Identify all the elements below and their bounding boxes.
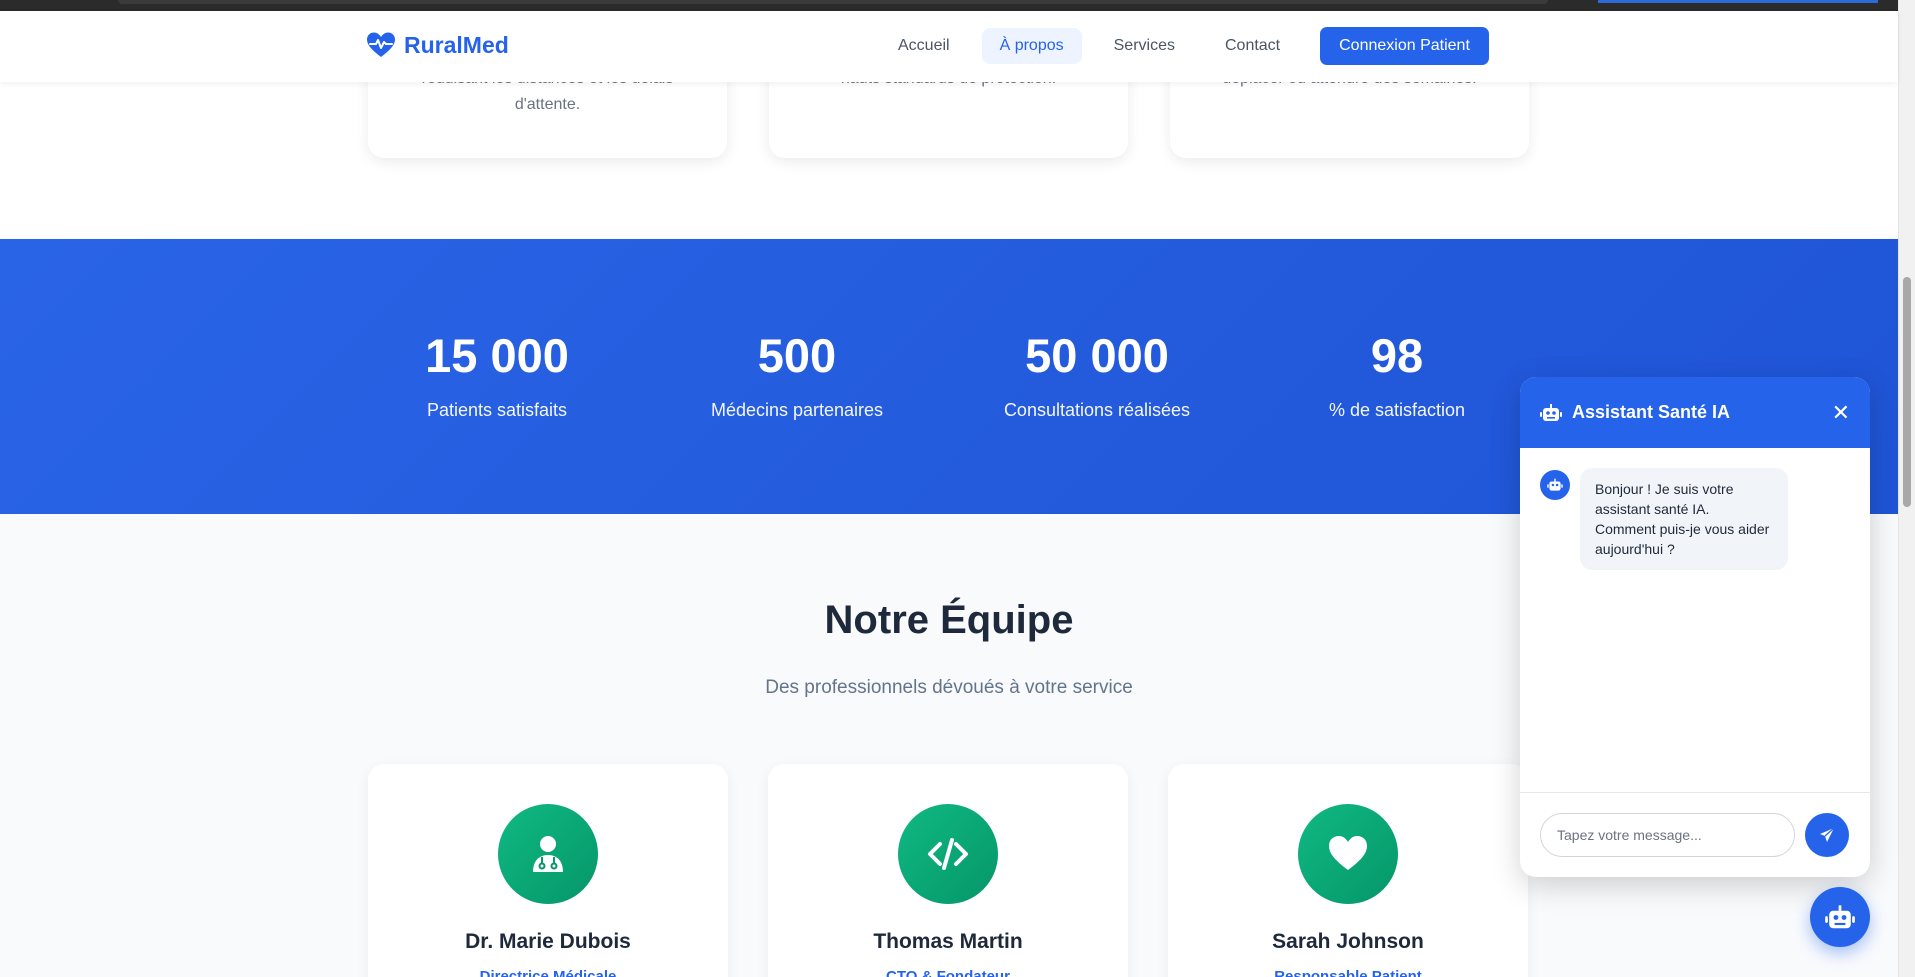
stat-value: 500 bbox=[757, 329, 837, 382]
chat-header: Assistant Santé IA ✕ bbox=[1520, 377, 1870, 448]
page-scrollbar[interactable] bbox=[1898, 0, 1915, 977]
team-member-name: Thomas Martin bbox=[873, 930, 1023, 953]
stat-label: Consultations réalisées bbox=[1003, 400, 1191, 420]
feature-card-text: d'attente. bbox=[514, 96, 581, 113]
team-member-card: Sarah Johnson Responsable Patient bbox=[1168, 764, 1528, 977]
team-member-name: Dr. Marie Dubois bbox=[465, 930, 631, 953]
team-member-role: CTO & Fondateur bbox=[886, 968, 1010, 977]
browser-top-strip bbox=[0, 0, 1898, 11]
nav-item-accueil[interactable]: Accueil bbox=[880, 28, 968, 64]
chat-send-button[interactable] bbox=[1805, 813, 1849, 857]
nav-item-a-propos[interactable]: À propos bbox=[981, 28, 1082, 64]
browser-top-strip-inner bbox=[118, 0, 1548, 4]
site-header: RuralMed Accueil À propos Services Conta… bbox=[0, 11, 1898, 82]
team-member-card: Dr. Marie Dubois Directrice Médicale bbox=[368, 764, 728, 977]
browser-top-strip-accent bbox=[1598, 0, 1878, 3]
robot-icon bbox=[1540, 403, 1562, 421]
stat-item: 50 000 Consultations réalisées bbox=[947, 328, 1247, 421]
bot-avatar bbox=[1540, 470, 1570, 500]
stat-label: Patients satisfaits bbox=[426, 400, 568, 420]
paper-plane-icon bbox=[1820, 827, 1835, 842]
scrollbar-thumb[interactable] bbox=[1903, 277, 1911, 507]
patient-login-button[interactable]: Connexion Patient bbox=[1320, 27, 1489, 65]
code-icon bbox=[928, 838, 968, 870]
user-doctor-icon bbox=[533, 836, 563, 872]
robot-icon bbox=[1547, 478, 1563, 491]
chat-messages: Bonjour ! Je suis votre assistant santé … bbox=[1520, 448, 1870, 798]
nav-item-services[interactable]: Services bbox=[1096, 28, 1193, 64]
nav-item-contact[interactable]: Contact bbox=[1207, 28, 1298, 64]
chat-toggle-button[interactable] bbox=[1810, 887, 1870, 947]
team-member-role: Directrice Médicale bbox=[479, 968, 617, 977]
team-member-card: Thomas Martin CTO & Fondateur bbox=[768, 764, 1128, 977]
heart-icon bbox=[1329, 836, 1367, 870]
team-avatar bbox=[1298, 804, 1398, 904]
heart-pulse-icon bbox=[367, 32, 395, 57]
chat-title: Assistant Santé IA bbox=[1572, 402, 1731, 422]
stat-label: % de satisfaction bbox=[1328, 400, 1466, 420]
team-cards-row: Dr. Marie Dubois Directrice Médicale Tho… bbox=[368, 764, 1528, 977]
stat-value: 50 000 bbox=[1025, 329, 1169, 382]
robot-icon bbox=[1825, 904, 1855, 928]
chat-widget: Assistant Santé IA ✕ Bonjour ! Je suis v… bbox=[1520, 377, 1870, 877]
chat-message-input[interactable] bbox=[1540, 813, 1795, 857]
chat-input-bar bbox=[1520, 792, 1870, 877]
team-avatar bbox=[498, 804, 598, 904]
stat-label: Médecins partenaires bbox=[710, 400, 884, 420]
main-nav: Accueil À propos Services Contact Connex… bbox=[880, 27, 1489, 65]
stat-value: 15 000 bbox=[425, 329, 569, 382]
brand-name: RuralMed bbox=[404, 31, 509, 58]
team-member-role: Responsable Patient bbox=[1274, 968, 1422, 977]
stat-item: 500 Médecins partenaires bbox=[647, 328, 947, 421]
stat-value: 98 bbox=[1370, 329, 1424, 382]
stat-item: 15 000 Patients satisfaits bbox=[347, 328, 647, 421]
stat-item: 98 % de satisfaction bbox=[1247, 328, 1547, 421]
team-avatar bbox=[898, 804, 998, 904]
chat-close-icon[interactable]: ✕ bbox=[1832, 400, 1850, 426]
bot-message-bubble: Bonjour ! Je suis votre assistant santé … bbox=[1580, 468, 1788, 570]
team-member-name: Sarah Johnson bbox=[1272, 930, 1424, 953]
brand-logo[interactable]: RuralMed bbox=[366, 31, 509, 59]
